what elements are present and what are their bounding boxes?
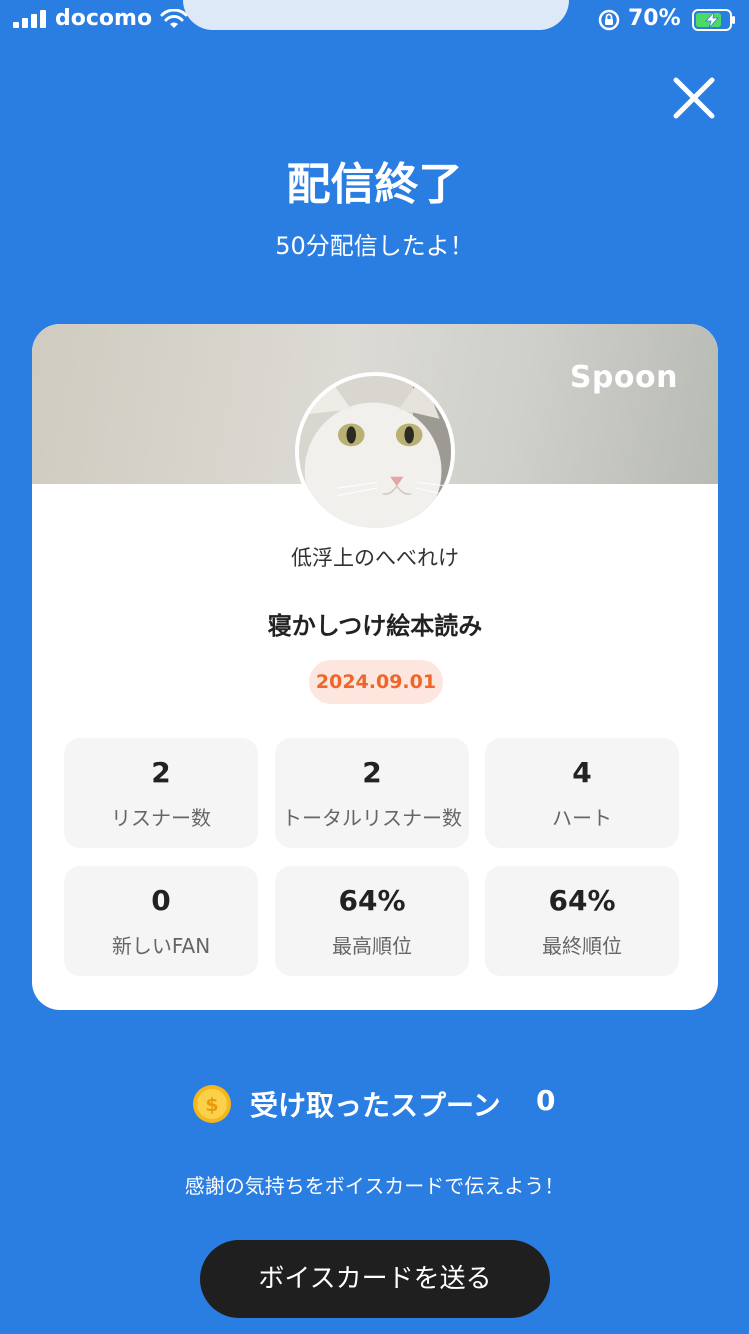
stat-total-listeners: 2 トータルリスナー数	[275, 738, 469, 848]
thanks-message: 感謝の気持ちをボイスカードで伝えよう！	[184, 1174, 565, 1198]
stat-value: 0	[151, 884, 171, 917]
stat-best-rank: 64% 最高順位	[275, 866, 469, 976]
coin-icon: $	[193, 1085, 231, 1123]
stat-label: トータルリスナー数	[282, 806, 462, 830]
carrier-name: docomo	[55, 6, 153, 31]
username: 低浮上のへべれけ	[291, 546, 459, 570]
battery-percent: 70%	[628, 6, 681, 31]
stat-label: 最高順位	[332, 934, 412, 958]
avatar	[295, 372, 455, 532]
orientation-lock-icon	[598, 9, 620, 31]
stat-value: 2	[151, 756, 171, 789]
stat-label: ハート	[552, 806, 612, 830]
signal-icon	[13, 10, 47, 28]
stat-hearts: 4 ハート	[485, 738, 679, 848]
spoons-label: 受け取ったスプーン	[250, 1089, 501, 1122]
stat-final-rank: 64% 最終順位	[485, 866, 679, 976]
page-title: 配信終了	[286, 159, 463, 210]
cat-avatar-image	[299, 376, 451, 528]
stat-value: 64%	[548, 884, 616, 917]
stat-label: 最終順位	[542, 934, 622, 958]
live-title: 寝かしつけ絵本読み	[267, 612, 483, 640]
wifi-icon	[160, 9, 188, 28]
stat-label: 新しいFAN	[111, 934, 211, 958]
notification-pill	[183, 0, 569, 30]
spoon-logo: Spoon	[569, 360, 678, 395]
result-card: Spoon 低浮上のへべれけ 寝かしつけ絵本読み 2024.09.01 2 リス…	[32, 324, 718, 1010]
stat-value: 4	[572, 756, 592, 789]
spoons-received: $ 受け取ったスプーン 0	[0, 1082, 749, 1126]
stat-listeners: 2 リスナー数	[64, 738, 258, 848]
stat-value: 2	[362, 756, 382, 789]
close-icon[interactable]	[668, 72, 720, 124]
duration-message: 50分配信したよ！	[275, 232, 474, 260]
svg-text:$: $	[205, 1094, 218, 1116]
status-bar: docomo 70%	[0, 0, 749, 40]
stat-value: 64%	[338, 884, 406, 917]
stat-new-fans: 0 新しいFAN	[64, 866, 258, 976]
send-voice-card-button[interactable]: ボイスカードを送る	[200, 1240, 550, 1318]
spoons-count: 0	[536, 1084, 556, 1117]
battery-icon	[692, 9, 735, 31]
date-badge: 2024.09.01	[309, 660, 443, 704]
stat-label: リスナー数	[111, 806, 211, 830]
